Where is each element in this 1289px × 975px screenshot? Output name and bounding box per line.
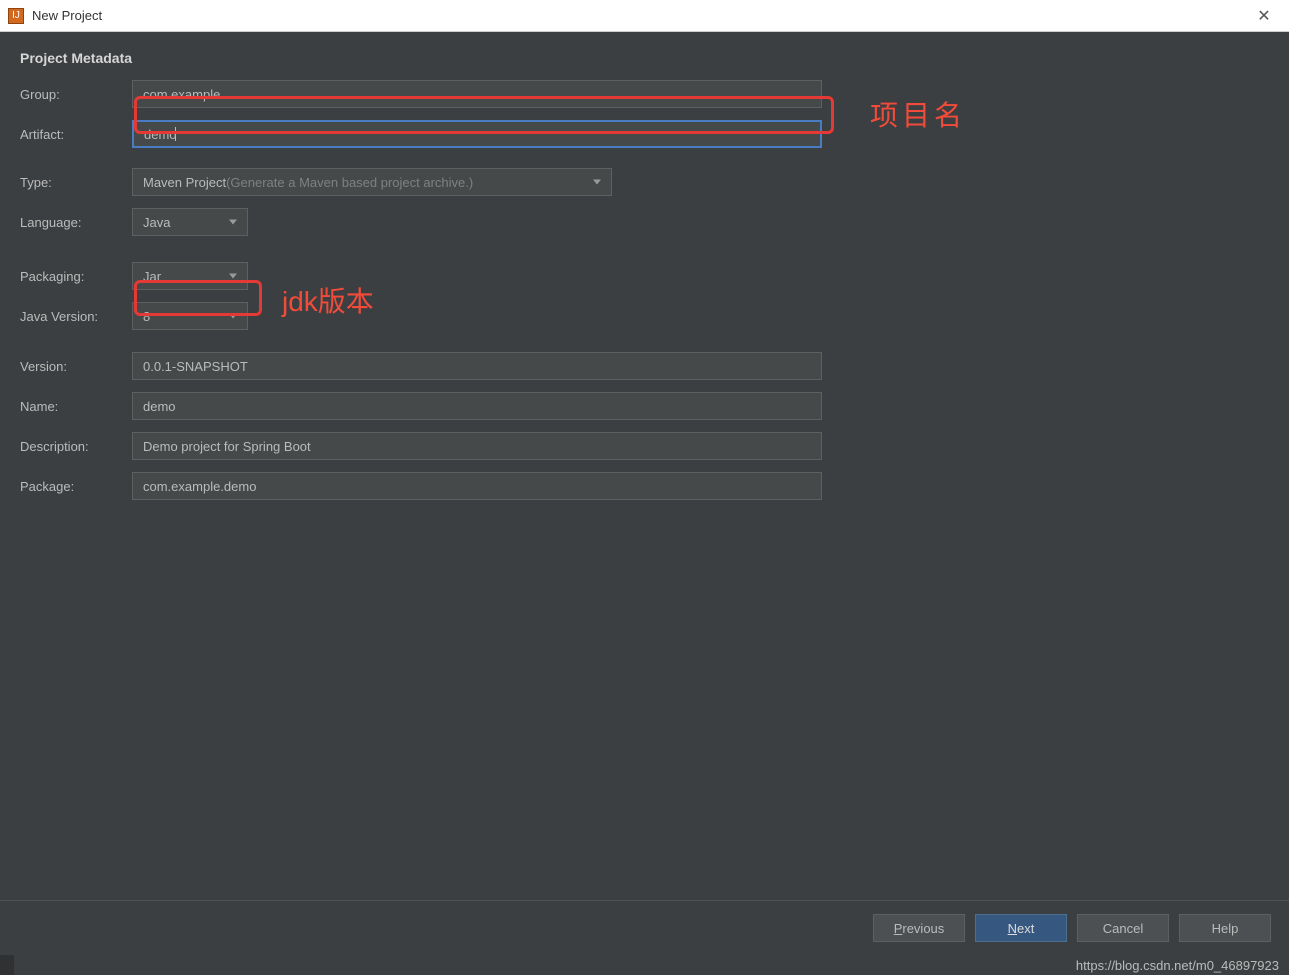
highlight-javaversion: [134, 280, 262, 316]
label-language: Language:: [20, 215, 132, 230]
title-bar: IJ New Project ✕: [0, 0, 1289, 32]
dialog-body: Project Metadata Group: Artifact: demo T…: [0, 32, 1289, 920]
section-title: Project Metadata: [20, 50, 1269, 66]
window-title: New Project: [32, 8, 102, 23]
label-package: Package:: [20, 479, 132, 494]
previous-label: revious: [902, 921, 944, 936]
package-input[interactable]: [132, 472, 822, 500]
app-icon: IJ: [8, 8, 24, 24]
help-button[interactable]: Help: [1179, 914, 1271, 942]
label-packaging: Packaging:: [20, 269, 132, 284]
watermark: https://blog.csdn.net/m0_46897923: [1076, 958, 1279, 973]
annotation-jdk-version: jdk版本: [282, 280, 374, 320]
next-button[interactable]: Next: [975, 914, 1067, 942]
previous-button[interactable]: Previous: [873, 914, 965, 942]
label-version: Version:: [20, 359, 132, 374]
label-description: Description:: [20, 439, 132, 454]
highlight-artifact: [134, 96, 834, 134]
label-name: Name:: [20, 399, 132, 414]
type-dropdown[interactable]: Maven Project (Generate a Maven based pr…: [132, 168, 612, 196]
label-artifact: Artifact:: [20, 127, 132, 142]
version-input[interactable]: [132, 352, 822, 380]
name-input[interactable]: [132, 392, 822, 420]
label-type: Type:: [20, 175, 132, 190]
annotation-project-name: 项目名: [870, 94, 966, 134]
type-value: Maven Project: [143, 175, 226, 190]
language-value: Java: [143, 215, 170, 230]
next-label: ext: [1017, 921, 1034, 936]
description-input[interactable]: [132, 432, 822, 460]
type-hint: (Generate a Maven based project archive.…: [226, 175, 473, 190]
footer: Previous Next Cancel Help: [0, 900, 1289, 955]
language-dropdown[interactable]: Java: [132, 208, 248, 236]
label-group: Group:: [20, 87, 132, 102]
label-javaversion: Java Version:: [20, 309, 132, 324]
cancel-button[interactable]: Cancel: [1077, 914, 1169, 942]
close-icon[interactable]: ✕: [1249, 6, 1279, 26]
